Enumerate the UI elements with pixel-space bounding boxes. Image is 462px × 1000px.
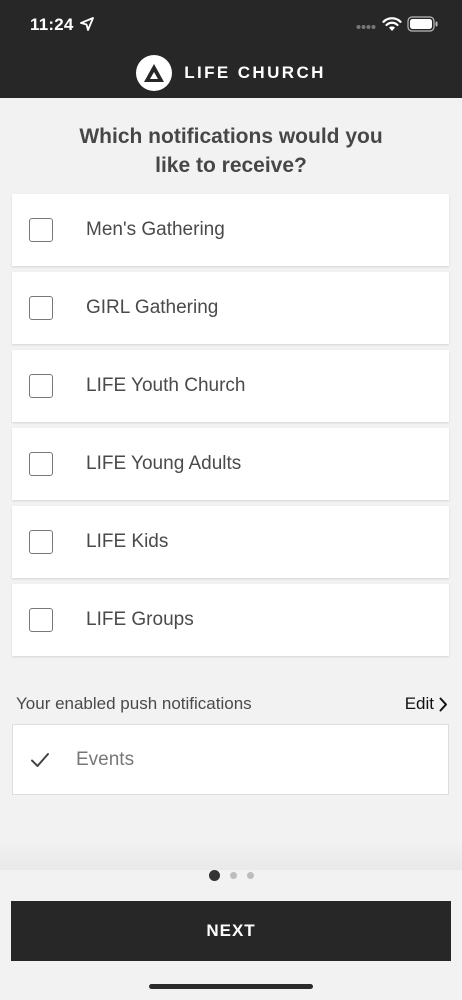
- cellular-signal-icon: [356, 25, 376, 29]
- app-header: 11:24 LIFE CHURCH: [0, 0, 462, 98]
- option-label: LIFE Youth Church: [86, 375, 246, 396]
- checkbox[interactable]: [29, 218, 53, 242]
- page-title: Which notifications would you like to re…: [79, 125, 383, 177]
- checkbox[interactable]: [29, 608, 53, 632]
- home-indicator[interactable]: [149, 984, 313, 989]
- option-label: LIFE Young Adults: [86, 453, 242, 474]
- status-bar: 11:24: [0, 0, 462, 50]
- content-fade: [0, 840, 462, 870]
- brand-name: LIFE CHURCH: [184, 63, 326, 82]
- option-label: GIRL Gathering: [86, 297, 219, 318]
- wifi-icon: [382, 17, 402, 31]
- checkmark-icon: [31, 752, 49, 767]
- option-label: Men's Gathering: [86, 219, 225, 240]
- notification-options: Men's Gathering GIRL Gathering LIFE Yout…: [12, 194, 449, 662]
- edit-label: Edit: [404, 694, 434, 713]
- edit-button[interactable]: Edit: [405, 694, 448, 714]
- option-life-young-adults[interactable]: LIFE Young Adults: [12, 428, 449, 500]
- option-life-groups[interactable]: LIFE Groups: [12, 584, 449, 656]
- checkbox[interactable]: [29, 296, 53, 320]
- option-label: LIFE Groups: [86, 609, 194, 630]
- life-church-logo-icon: [136, 55, 173, 91]
- status-time: 11:24: [30, 15, 74, 34]
- brand: LIFE CHURCH: [0, 54, 462, 92]
- option-mens-gathering[interactable]: Men's Gathering: [12, 194, 449, 266]
- checkbox[interactable]: [29, 374, 53, 398]
- chevron-right-icon: [439, 697, 447, 711]
- enabled-notifications-title: Your enabled push notifications: [16, 694, 252, 713]
- next-button[interactable]: NEXT: [11, 901, 451, 961]
- enabled-item-events: Events: [12, 724, 449, 795]
- page-indicator: [0, 868, 462, 882]
- page-dot: [229, 871, 237, 879]
- option-girl-gathering[interactable]: GIRL Gathering: [12, 272, 449, 344]
- location-arrow-icon: [80, 17, 94, 31]
- option-life-kids[interactable]: LIFE Kids: [12, 506, 449, 578]
- page-dot-active: [208, 869, 220, 881]
- option-life-youth-church[interactable]: LIFE Youth Church: [12, 350, 449, 422]
- enabled-item-label: Events: [76, 748, 135, 770]
- checkbox[interactable]: [29, 530, 53, 554]
- battery-icon: [407, 16, 438, 32]
- enabled-notifications-header: Your enabled push notifications Edit: [16, 692, 448, 716]
- option-label: LIFE Kids: [86, 531, 169, 552]
- page-dot: [246, 871, 254, 879]
- checkbox[interactable]: [29, 452, 53, 476]
